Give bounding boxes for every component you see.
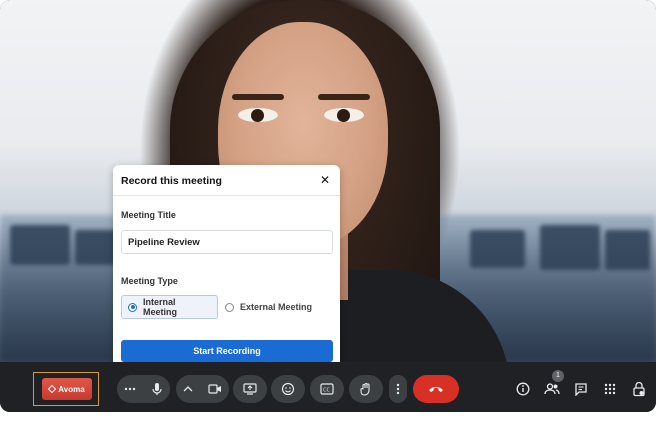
chevron-up-icon[interactable] bbox=[183, 386, 193, 392]
avoma-extension-highlight: Avoma bbox=[33, 372, 99, 406]
end-call-icon bbox=[428, 380, 444, 398]
background-monitor bbox=[605, 230, 650, 270]
background-monitor bbox=[540, 225, 600, 270]
meeting-title-input[interactable] bbox=[121, 230, 333, 254]
background-monitor bbox=[10, 225, 70, 265]
radio-selected-icon[interactable] bbox=[128, 302, 137, 312]
more-vert-button[interactable] bbox=[389, 375, 407, 403]
person-brow bbox=[232, 94, 284, 100]
captions-icon: CC bbox=[320, 383, 334, 395]
camera-icon[interactable] bbox=[208, 384, 222, 394]
person-eye bbox=[238, 108, 278, 122]
external-meeting-label: External Meeting bbox=[240, 302, 313, 312]
raise-hand-button[interactable] bbox=[349, 375, 383, 403]
present-screen-icon bbox=[243, 383, 257, 395]
captions-button[interactable]: CC bbox=[310, 375, 344, 403]
start-recording-button[interactable]: Start Recording bbox=[121, 340, 333, 362]
record-meeting-dialog: Record this meeting ✕ Meeting Title Meet… bbox=[113, 165, 340, 369]
divider bbox=[113, 195, 340, 196]
background-monitor bbox=[470, 230, 525, 268]
emoji-icon bbox=[281, 382, 295, 396]
dialog-title: Record this meeting bbox=[121, 175, 222, 187]
svg-text:CC: CC bbox=[323, 388, 330, 394]
info-icon[interactable] bbox=[515, 381, 531, 397]
person-eye bbox=[324, 108, 364, 122]
meeting-title-label: Meeting Title bbox=[121, 210, 176, 220]
mic-group bbox=[117, 375, 170, 403]
more-vert-icon bbox=[396, 383, 400, 395]
emoji-button[interactable] bbox=[271, 375, 305, 403]
end-call-button[interactable] bbox=[413, 375, 459, 403]
meeting-window: Record this meeting ✕ Meeting Title Meet… bbox=[0, 0, 656, 412]
apps-icon[interactable] bbox=[602, 381, 618, 397]
microphone-icon[interactable] bbox=[151, 382, 163, 396]
close-icon[interactable]: ✕ bbox=[318, 173, 332, 187]
camera-group bbox=[176, 375, 229, 403]
meeting-toolbar: Avoma CC 1 bbox=[0, 362, 656, 412]
radio-unselected-icon[interactable] bbox=[225, 302, 234, 312]
present-screen-button[interactable] bbox=[233, 375, 267, 403]
person-brow bbox=[318, 94, 370, 100]
internal-meeting-label: Internal Meeting bbox=[143, 297, 178, 317]
internal-meeting-option[interactable]: Internal Meeting bbox=[121, 295, 218, 319]
more-options-icon[interactable] bbox=[124, 387, 136, 391]
host-controls-icon[interactable] bbox=[631, 381, 647, 397]
external-meeting-option[interactable]: External Meeting bbox=[219, 295, 318, 319]
chat-icon[interactable] bbox=[573, 381, 589, 397]
people-icon[interactable] bbox=[544, 381, 560, 397]
avoma-button[interactable]: Avoma bbox=[42, 378, 92, 400]
raise-hand-icon bbox=[359, 382, 373, 396]
avoma-logo-icon bbox=[48, 384, 57, 394]
avoma-label: Avoma bbox=[58, 384, 85, 394]
meeting-type-label: Meeting Type bbox=[121, 276, 178, 286]
